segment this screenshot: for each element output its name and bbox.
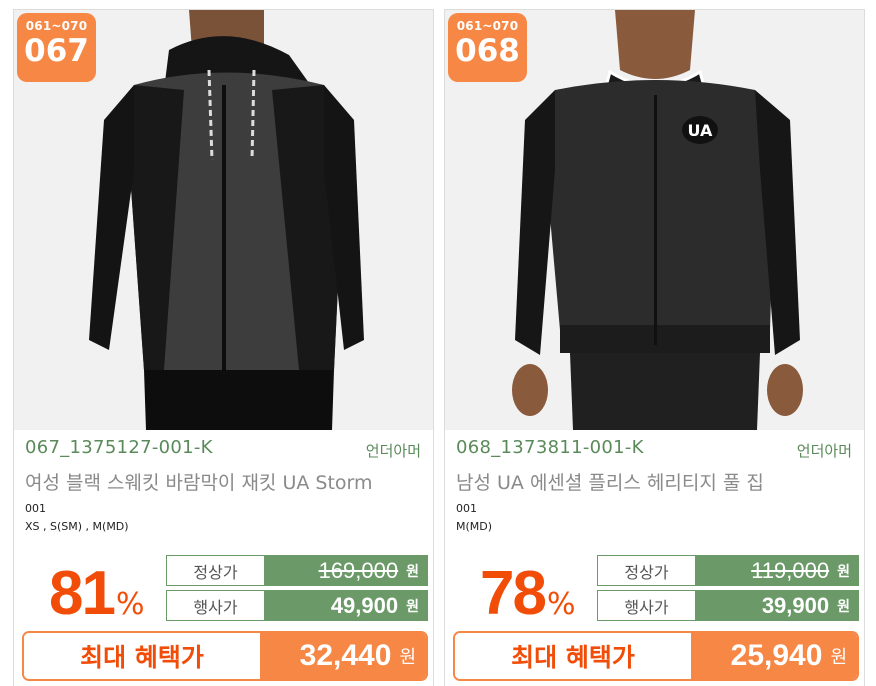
discount-number: 78 bbox=[480, 559, 547, 628]
product-name[interactable]: 남성 UA 에센셜 플리스 헤리티지 풀 집 bbox=[456, 468, 764, 495]
discount-rate: 78% bbox=[480, 558, 575, 629]
event-price-row: 행사가 39,900 원 bbox=[597, 590, 859, 621]
badge-range: 061~070 bbox=[25, 19, 88, 33]
svg-text:UA: UA bbox=[688, 121, 714, 140]
event-price-row: 행사가 49,900 원 bbox=[166, 590, 428, 621]
product-card[interactable]: 061~070 067 067_1375127-001-K 언더아머 여성 블랙… bbox=[13, 9, 434, 686]
best-price: 25,940 bbox=[730, 639, 823, 672]
product-name[interactable]: 여성 블랙 스웨킷 바람막이 재킷 UA Storm bbox=[25, 468, 373, 495]
size-list: M(MD) bbox=[456, 520, 493, 533]
currency-unit: 원 bbox=[406, 598, 419, 615]
size-list: XS , S(SM) , M(MD) bbox=[25, 520, 129, 533]
product-number-badge: 061~070 067 bbox=[17, 13, 96, 82]
discount-rate: 81% bbox=[49, 558, 144, 629]
best-price-box: 최대 혜택가 32,440 원 bbox=[22, 631, 428, 681]
brand-name: 언더아머 bbox=[365, 442, 421, 460]
color-code: 001 bbox=[456, 502, 477, 515]
product-card[interactable]: UA 061~070 068 068_1373811-001-K 언더아머 남성… bbox=[444, 9, 865, 686]
discount-number: 81 bbox=[49, 559, 116, 628]
color-code: 001 bbox=[25, 502, 46, 515]
regular-price-label: 정상가 bbox=[598, 556, 695, 585]
currency-unit: 원 bbox=[406, 563, 419, 580]
currency-unit: 원 bbox=[837, 563, 850, 580]
regular-price-row: 정상가 119,000 원 bbox=[597, 555, 859, 586]
product-code: 067_1375127-001-K bbox=[25, 437, 213, 458]
product-code: 068_1373811-001-K bbox=[456, 437, 644, 458]
product-photo[interactable]: UA 061~070 068 bbox=[445, 10, 864, 430]
badge-range: 061~070 bbox=[456, 19, 519, 33]
currency-unit: 원 bbox=[830, 647, 847, 668]
best-price-label: 최대 혜택가 bbox=[24, 633, 260, 679]
currency-unit: 원 bbox=[399, 647, 416, 668]
regular-price: 119,000 bbox=[751, 557, 830, 583]
event-price-label: 행사가 bbox=[598, 591, 695, 620]
best-price-box: 최대 혜택가 25,940 원 bbox=[453, 631, 859, 681]
product-number-badge: 061~070 068 bbox=[448, 13, 527, 82]
discount-percent-sign: % bbox=[115, 587, 145, 622]
currency-unit: 원 bbox=[837, 598, 850, 615]
badge-number: 068 bbox=[455, 33, 520, 69]
product-photo[interactable]: 061~070 067 bbox=[14, 10, 433, 430]
brand-name: 언더아머 bbox=[796, 442, 852, 460]
best-price: 32,440 bbox=[299, 639, 392, 672]
badge-number: 067 bbox=[24, 33, 89, 69]
event-price: 49,900 bbox=[330, 592, 399, 618]
regular-price-row: 정상가 169,000 원 bbox=[166, 555, 428, 586]
event-price-label: 행사가 bbox=[167, 591, 264, 620]
event-price: 39,900 bbox=[761, 592, 830, 618]
regular-price: 169,000 bbox=[318, 557, 399, 583]
discount-percent-sign: % bbox=[546, 587, 576, 622]
best-price-label: 최대 혜택가 bbox=[455, 633, 691, 679]
regular-price-label: 정상가 bbox=[167, 556, 264, 585]
